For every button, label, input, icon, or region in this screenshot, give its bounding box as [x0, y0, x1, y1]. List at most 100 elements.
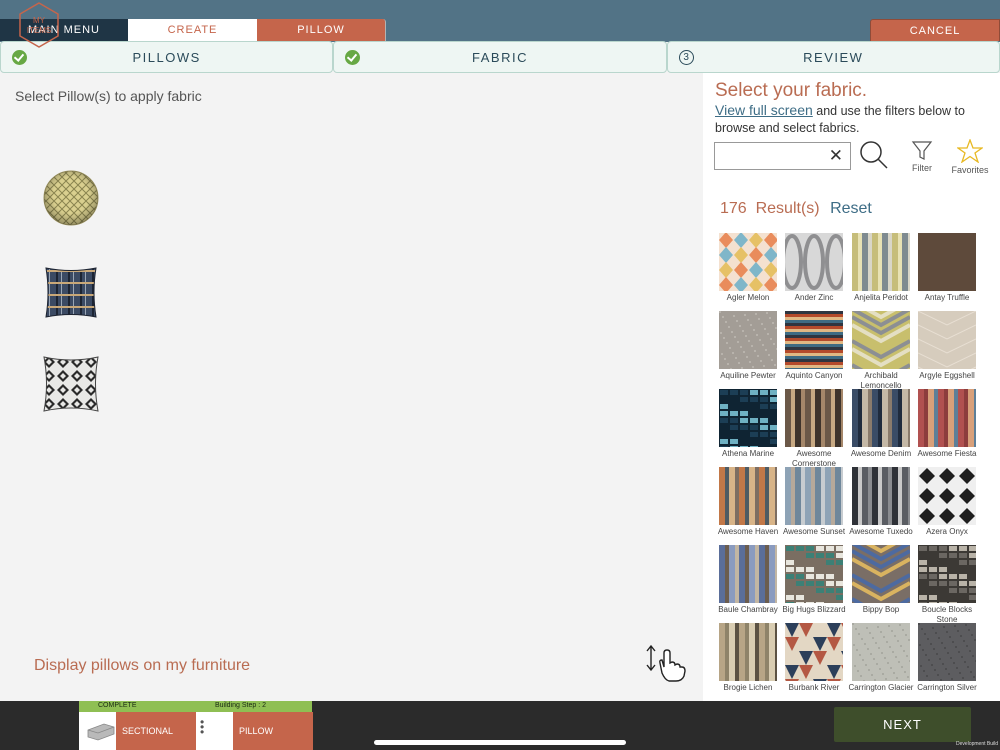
search-button[interactable] — [858, 139, 890, 173]
my-items-label-2: ITEMS — [27, 26, 51, 35]
fabric-swatch — [719, 623, 777, 681]
pillow-step-button[interactable]: PILLOW — [233, 712, 313, 750]
search-icon — [860, 141, 888, 169]
results-count: 176 Result(s) Reset — [720, 200, 872, 218]
square-blue-plaid-pillow[interactable] — [42, 265, 100, 320]
favorites-label: Favorites — [951, 165, 989, 175]
create-button[interactable]: CREATE — [128, 19, 257, 41]
fabric-tile[interactable]: Argyle Eggshell — [914, 311, 980, 381]
fabric-panel-title: Select your fabric. — [715, 80, 868, 101]
star-icon — [955, 138, 985, 164]
fabric-tile[interactable]: Bippy Bop — [848, 545, 914, 615]
fabric-name: Brogie Lichen — [723, 683, 773, 692]
fabric-name: Agler Melon — [726, 293, 770, 302]
fabric-name: Awesome Denim — [850, 449, 912, 458]
fabric-swatch — [719, 545, 777, 603]
fabric-swatch — [785, 311, 843, 369]
fabric-name: Antay Truffle — [924, 293, 970, 302]
fabric-tile[interactable]: Ander Zinc — [781, 233, 847, 303]
clear-icon[interactable]: ✕ — [829, 147, 843, 165]
square-black-white-pillow[interactable] — [42, 355, 100, 413]
fabric-panel-subtitle: View full screen and use the filters bel… — [715, 102, 985, 137]
fabric-swatch — [719, 467, 777, 525]
filter-icon — [911, 141, 933, 160]
fabric-tile[interactable]: Awesome Haven — [715, 467, 781, 537]
pillow-selection-panel: Select Pillow(s) to apply fabric Display… — [0, 73, 703, 701]
fabric-swatch — [785, 545, 843, 603]
fabric-swatch — [852, 623, 910, 681]
fabric-search-input[interactable]: ✕ — [714, 142, 851, 170]
tab-review[interactable]: 3 REVIEW — [666, 41, 1000, 73]
fabric-swatch — [719, 233, 777, 291]
home-indicator — [374, 740, 626, 745]
fabric-name: Awesome Sunset — [782, 527, 846, 536]
favorites-button[interactable]: Favorites — [950, 138, 990, 175]
fabric-name: Argyle Eggshell — [919, 371, 975, 380]
fabric-tile[interactable]: Awesome Denim — [848, 389, 914, 459]
fabric-tile[interactable]: Awesome Sunset — [781, 467, 847, 537]
fabric-name: Awesome Haven — [717, 527, 779, 536]
fabric-swatch — [918, 623, 976, 681]
fabric-name: Bippy Bop — [862, 605, 900, 614]
fabric-tile[interactable]: Boucle Blocks Stone — [914, 545, 980, 624]
fabric-tile[interactable]: Carrington Glacier — [848, 623, 914, 693]
fabric-tile[interactable]: Anjelita Peridot — [848, 233, 914, 303]
fabric-name: Athena Marine — [721, 449, 775, 458]
fabric-tile[interactable]: Antay Truffle — [914, 233, 980, 303]
fabric-panel: Select your fabric. View full screen and… — [703, 73, 1000, 701]
filter-label: Filter — [912, 163, 932, 173]
view-full-screen-link[interactable]: View full screen — [715, 102, 813, 118]
tab-fabric[interactable]: FABRIC — [333, 41, 667, 73]
fabric-swatch — [719, 389, 777, 447]
fabric-swatch — [852, 467, 910, 525]
fabric-name: Awesome Tuxedo — [849, 527, 913, 536]
tab-label: REVIEW — [803, 49, 864, 65]
fabric-name: Aquinto Canyon — [785, 371, 843, 380]
fabric-tile[interactable]: Baule Chambray — [715, 545, 781, 615]
fabric-name: Boucle Blocks Stone — [921, 605, 973, 624]
my-items-label-1: MY — [33, 16, 46, 25]
round-yellow-pillow[interactable] — [42, 169, 100, 227]
step-tabs: PILLOWS FABRIC 3 REVIEW — [0, 41, 1000, 73]
fabric-tile[interactable]: Awesome Cornerstone — [781, 389, 847, 468]
check-circle-icon — [12, 50, 27, 65]
fabric-tile[interactable]: Archibald Lemoncello — [848, 311, 914, 390]
fabric-tile[interactable]: Athena Marine — [715, 389, 781, 459]
tracker-step: Building Step : 2 — [215, 702, 266, 709]
fabric-tile[interactable]: Aquinto Canyon — [781, 311, 847, 381]
fabric-tile[interactable]: Awesome Tuxedo — [848, 467, 914, 537]
cancel-button[interactable]: CANCEL — [870, 19, 1000, 41]
fabric-swatch — [918, 311, 976, 369]
fabric-tile[interactable]: Brogie Lichen — [715, 623, 781, 693]
fabric-tile[interactable]: Carrington Silver — [914, 623, 980, 693]
fabric-tile[interactable]: Big Hugs Blizzard — [781, 545, 847, 615]
more-options-icon[interactable]: • • • — [200, 716, 204, 738]
sectional-step-button[interactable]: SECTIONAL — [116, 712, 196, 750]
next-button[interactable]: NEXT — [834, 707, 971, 742]
dev-build-label: Development Build — [956, 741, 998, 747]
progress-tracker: COMPLETE Building Step : 2 — [79, 701, 312, 712]
fabric-swatch — [918, 233, 976, 291]
tracker-status: COMPLETE — [98, 702, 137, 709]
fabric-name: Azera Onyx — [926, 527, 968, 536]
fabric-tile[interactable]: Agler Melon — [715, 233, 781, 303]
pillow-button[interactable]: PILLOW — [257, 19, 386, 41]
fabric-name: Archibald Lemoncello — [860, 371, 902, 390]
fabric-tile[interactable]: Burbank River — [781, 623, 847, 693]
filter-button[interactable]: Filter — [906, 139, 938, 173]
drag-gesture-icon[interactable] — [644, 643, 688, 683]
display-pillows-link[interactable]: Display pillows on my furniture — [34, 657, 250, 675]
fabric-tile[interactable]: Aquiline Pewter — [715, 311, 781, 381]
reset-button[interactable]: Reset — [830, 200, 872, 217]
fabric-name: Anjelita Peridot — [854, 293, 908, 302]
fabric-swatch — [785, 389, 843, 447]
fabric-tile[interactable]: Azera Onyx — [914, 467, 980, 537]
fabric-swatch — [785, 467, 843, 525]
fabric-name: Baule Chambray — [718, 605, 778, 614]
step-number-icon: 3 — [678, 50, 694, 65]
fabric-name: Carrington Silver — [917, 683, 977, 692]
fabric-name: Awesome Fiesta — [917, 449, 977, 458]
fabric-tile[interactable]: Awesome Fiesta — [914, 389, 980, 459]
my-items-button[interactable]: MY ITEMS — [16, 2, 62, 48]
fabric-swatch — [852, 389, 910, 447]
